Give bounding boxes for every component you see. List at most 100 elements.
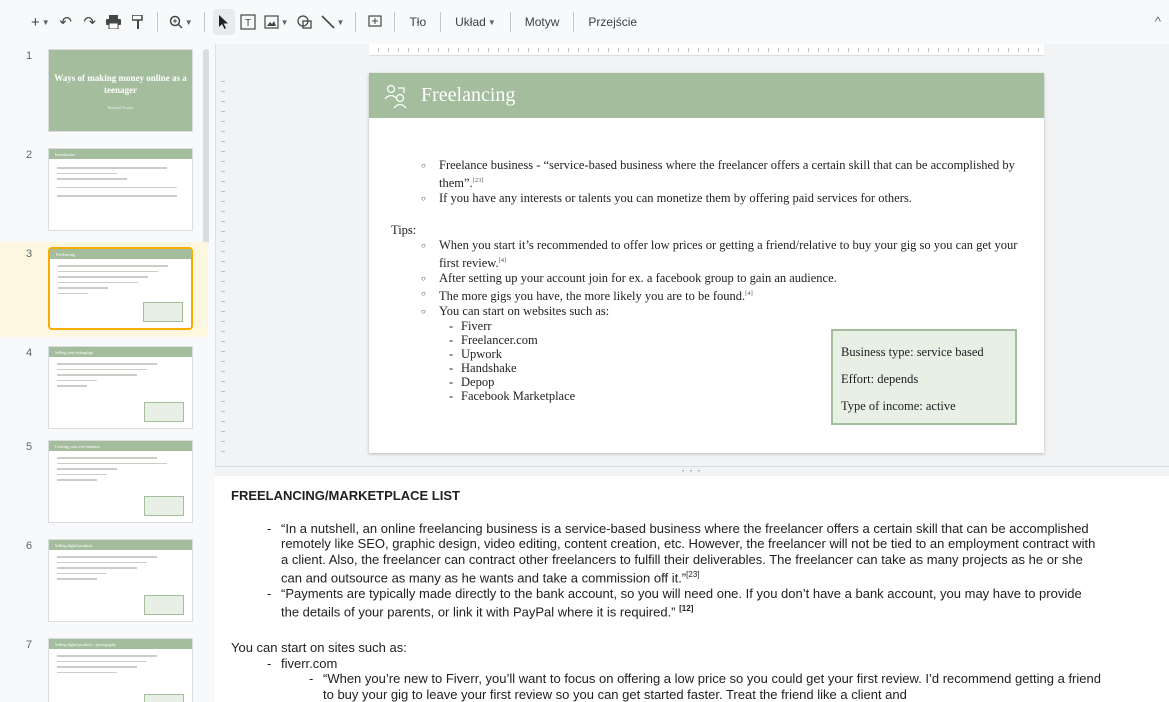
- income-type-text: Type of income: active: [841, 399, 956, 413]
- slide-thumbnail-5[interactable]: 5 Creating your own business: [0, 435, 208, 527]
- slide-thumbnail-1[interactable]: 1 Ways of making money online as a teena…: [0, 44, 208, 136]
- notes-list-item: “In a nutshell, an online freelancing bu…: [231, 521, 1101, 586]
- text-line: [57, 195, 177, 197]
- divider: [440, 12, 442, 32]
- slide-preview-header: Creating your own business: [49, 441, 192, 451]
- background-button[interactable]: Tło: [403, 9, 432, 35]
- tip-text: You can start on websites such as:: [439, 304, 610, 319]
- text-line: [57, 363, 157, 365]
- divider: [355, 12, 357, 32]
- slide-thumbnail-4[interactable]: 4 Selling your belongings: [0, 341, 208, 433]
- slide-preview-box: [144, 595, 184, 615]
- current-slide[interactable]: Freelancing Freelance business - “servic…: [369, 73, 1044, 453]
- slide-preview: Ways of making money online as a teenage…: [48, 49, 193, 132]
- slide-number: 1: [26, 50, 33, 62]
- slide-number: 3: [26, 248, 33, 260]
- tip-text: The more gigs you have, the more likely …: [439, 289, 746, 304]
- notes-list-item: “Payments are typically made directly to…: [231, 586, 1101, 620]
- citation: [23]: [472, 177, 484, 184]
- slide-preview-box: [144, 496, 184, 516]
- horizontal-ruler[interactable]: [369, 44, 1044, 56]
- text-line: [57, 172, 117, 174]
- comment-icon[interactable]: [364, 9, 386, 35]
- notes-heading: FREELANCING/MARKETPLACE LIST: [231, 488, 460, 503]
- slide-preview-header: Introduction: [49, 149, 192, 159]
- undo-icon[interactable]: ↶: [55, 9, 77, 35]
- text-line: [58, 281, 138, 283]
- slide-preview-box: [144, 402, 184, 422]
- shape-icon[interactable]: [294, 9, 316, 35]
- slide-preview-header: Selling digital products: [49, 540, 192, 550]
- tip-item: After setting up your account join for e…: [391, 271, 1021, 286]
- slide-thumbnail-2[interactable]: 2 Introduction: [0, 143, 208, 235]
- line-icon[interactable]: ▼: [318, 9, 348, 35]
- bullet-item: Freelance business - “service-based busi…: [391, 158, 1021, 191]
- notes-list-item: fiverr.com: [231, 656, 1153, 672]
- text-line: [58, 265, 168, 267]
- layout-label: Układ: [455, 15, 486, 29]
- slide-thumbnail-3[interactable]: 3 Freelancing: [0, 242, 208, 337]
- layout-button[interactable]: Układ ▼: [449, 9, 502, 35]
- zoom-icon[interactable]: ▼: [166, 9, 196, 35]
- new-slide-button[interactable]: + ▼: [28, 9, 53, 35]
- vertical-ruler[interactable]: [218, 72, 228, 452]
- text-line: [57, 167, 167, 169]
- tips-label: Tips:: [391, 223, 417, 238]
- slide-preview: Freelancing: [48, 247, 193, 330]
- tip-item: The more gigs you have, the more likely …: [391, 286, 1021, 304]
- text-line: [57, 479, 97, 481]
- text-line: [58, 276, 148, 278]
- redo-icon[interactable]: ↷: [79, 9, 101, 35]
- text-line: [57, 473, 107, 475]
- transition-button[interactable]: Przejście: [582, 9, 643, 35]
- slide-number: 7: [26, 639, 33, 651]
- print-icon[interactable]: [103, 9, 125, 35]
- chevron-down-icon: ▼: [487, 17, 496, 27]
- slide-preview-header: Selling digital products - photography: [49, 639, 192, 649]
- theme-button[interactable]: Motyw: [519, 9, 566, 35]
- citation: [12]: [679, 604, 694, 614]
- slide-thumbnail-6[interactable]: 6 Selling digital products: [0, 534, 208, 626]
- notes-resize-handle[interactable]: • • •: [215, 466, 1169, 476]
- slide-preview-subtitle: Personal Project: [107, 105, 134, 110]
- divider: [509, 12, 511, 32]
- slide-number: 4: [26, 347, 33, 359]
- speaker-notes[interactable]: FREELANCING/MARKETPLACE LIST “In a nutsh…: [215, 476, 1169, 702]
- text-line: [57, 368, 147, 370]
- paint-format-icon[interactable]: [127, 9, 149, 35]
- slide-number: 5: [26, 441, 33, 453]
- business-info-box[interactable]: Business type: service based Effort: dep…: [831, 329, 1017, 425]
- slide-filmstrip: 1 Ways of making money online as a teena…: [0, 44, 215, 702]
- text-line: [57, 462, 167, 464]
- text-line: [57, 660, 147, 662]
- toolbar: + ▼ ↶ ↷ ▼ T ▼ ▼ Tło Układ ▼ Motyw Przejści…: [0, 0, 1169, 44]
- slide-number: 2: [26, 149, 33, 161]
- divider: [573, 12, 575, 32]
- slide-preview-title-text: Ways of making money online as a teenage…: [54, 73, 187, 95]
- collapse-menus-icon[interactable]: ^: [1155, 14, 1161, 29]
- text-line: [57, 374, 137, 376]
- slide-preview: Selling digital products: [48, 539, 193, 622]
- divider: [394, 12, 396, 32]
- notes-subheading: You can start on sites such as:: [231, 640, 407, 656]
- slide-preview-box: [143, 302, 183, 322]
- slide-number: 6: [26, 540, 33, 552]
- notes-list-item: “When you’re new to Fiverr, you’ll want …: [231, 671, 1101, 702]
- citation: [23]: [686, 570, 700, 579]
- tip-item: When you start it’s recommended to offer…: [391, 238, 1021, 271]
- text-line: [57, 379, 97, 381]
- select-cursor-icon[interactable]: [212, 9, 235, 35]
- citation: [4]: [498, 257, 507, 265]
- text-box-icon[interactable]: T: [237, 9, 259, 35]
- slide-title[interactable]: Freelancing: [421, 84, 515, 107]
- business-type-text: Business type: service based: [841, 345, 984, 359]
- image-icon[interactable]: ▼: [261, 9, 292, 35]
- text-line: [57, 178, 127, 180]
- text-line: [57, 572, 107, 574]
- text-line: [57, 556, 157, 558]
- slide-thumbnail-7[interactable]: 7 Selling digital products - photography: [0, 633, 208, 702]
- text-line: [57, 561, 147, 563]
- text-line: [57, 457, 157, 459]
- effort-text: Effort: depends: [841, 372, 919, 386]
- slide-canvas: Freelancing Freelance business - “servic…: [215, 44, 1169, 466]
